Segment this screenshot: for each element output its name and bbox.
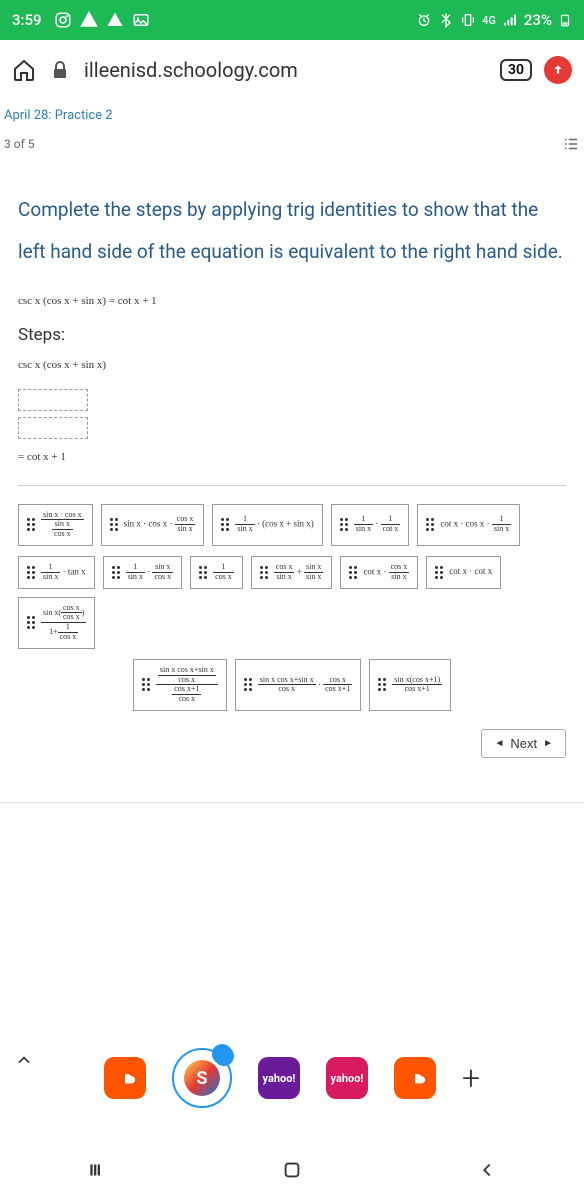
- tile[interactable]: cos xsin x + sin xsin x: [251, 556, 333, 589]
- status-app-icons: [54, 11, 150, 29]
- tile[interactable]: sin x cos x+sin xcos xcos x+1cos x: [133, 659, 227, 711]
- dock-soundcloud[interactable]: [104, 1057, 146, 1099]
- steps-heading: Steps:: [18, 325, 566, 345]
- lock-icon: [48, 58, 72, 82]
- tile[interactable]: 1sin x · 1cot x: [331, 504, 410, 546]
- tab-count-badge[interactable]: 30: [500, 59, 532, 81]
- tile[interactable]: cot x · cos x · 1sin x: [417, 504, 520, 546]
- tile[interactable]: sin x cos x+sin xcos x · cos xcos x+1: [235, 659, 362, 711]
- alarm-icon: [416, 12, 432, 28]
- tile[interactable]: sin x · cos xsin xcos x: [18, 504, 93, 546]
- question-content: Complete the steps by applying trig iden…: [0, 165, 584, 782]
- tile[interactable]: sin x(cos xcos x)1+1cos x: [18, 597, 95, 649]
- breadcrumb[interactable]: April 28: Practice 2: [0, 100, 584, 131]
- tile[interactable]: 1cos x: [190, 556, 243, 589]
- dock-add[interactable]: +: [462, 1059, 480, 1097]
- answer-tiles: sin x · cos xsin xcos x sin x · cos x · …: [18, 485, 566, 711]
- app-dock: S✕ yahoo! yahoo! +: [0, 1034, 584, 1122]
- given-equation: csc x (cos x + sin x) = cot x + 1: [18, 295, 566, 307]
- status-bar: 3:59 4G 23%: [0, 0, 584, 40]
- list-icon[interactable]: [562, 135, 580, 153]
- system-nav: [0, 1140, 584, 1200]
- tile[interactable]: cot x · cos xsin x: [340, 556, 418, 589]
- image-icon: [132, 11, 150, 29]
- step-slot-2[interactable]: [18, 417, 88, 439]
- tile[interactable]: cot x · cot x: [426, 556, 501, 589]
- home-icon[interactable]: [12, 58, 36, 82]
- next-button[interactable]: ◄ Next ►: [481, 729, 566, 758]
- recent-apps-button[interactable]: [86, 1159, 108, 1181]
- tile[interactable]: 1sin x · tan x: [18, 556, 95, 589]
- tile[interactable]: 1sin x · sin xcos x: [103, 556, 183, 589]
- status-time: 3:59: [12, 11, 42, 29]
- network-type: 4G: [482, 14, 496, 27]
- upload-button[interactable]: [544, 56, 572, 84]
- progress-text: 3 of 5: [4, 137, 34, 151]
- signal-icon: [502, 12, 518, 28]
- dock-yahoo-2[interactable]: yahoo!: [326, 1057, 368, 1099]
- step-slot-1[interactable]: [18, 389, 88, 411]
- instruction-text: Complete the steps by applying trig iden…: [18, 189, 566, 273]
- vibrate-icon: [460, 12, 476, 28]
- browser-bar: illeenisd.schoology.com 30: [0, 40, 584, 100]
- url-text[interactable]: illeenisd.schoology.com: [84, 58, 488, 82]
- dock-browser[interactable]: S✕: [172, 1048, 232, 1108]
- step-end: = cot x + 1: [18, 451, 566, 463]
- home-button[interactable]: [281, 1159, 303, 1181]
- tile[interactable]: 1sin x · (cos x + sin x): [212, 504, 322, 546]
- bluetooth-icon: [438, 12, 454, 28]
- battery-icon: [558, 13, 572, 27]
- back-button[interactable]: [476, 1159, 498, 1181]
- warning-icon-2: [106, 11, 124, 29]
- step-start: csc x (cos x + sin x): [18, 359, 566, 371]
- tile[interactable]: sin x · cos x · cos xsin x: [101, 504, 205, 546]
- progress-row: 3 of 5: [0, 131, 584, 165]
- close-icon[interactable]: ✕: [212, 1044, 232, 1064]
- instagram-icon: [54, 11, 72, 29]
- tile[interactable]: sin x(cos x+1)cos x+1: [369, 659, 451, 711]
- battery-percent: 23%: [524, 11, 552, 29]
- warning-icon: [80, 11, 98, 29]
- dock-soundcloud-2[interactable]: [394, 1057, 436, 1099]
- dock-yahoo-1[interactable]: yahoo!: [258, 1057, 300, 1099]
